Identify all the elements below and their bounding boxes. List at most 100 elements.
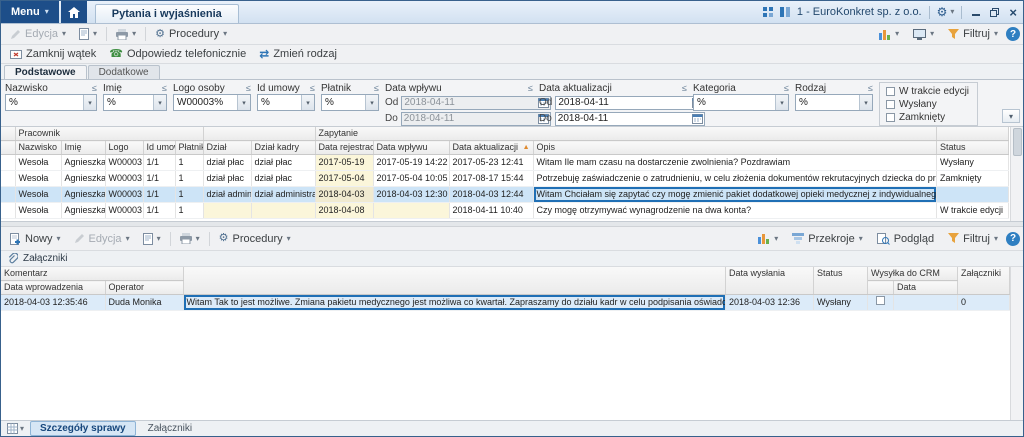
filter-operator-icon[interactable]: ≤ — [246, 83, 251, 93]
chart-button[interactable]: ▾ — [752, 231, 784, 246]
col-status[interactable]: Status — [936, 140, 1009, 155]
vertical-scrollbar[interactable] — [1010, 127, 1023, 221]
close-thread-button[interactable]: Zamknij wątek — [4, 46, 102, 62]
filter-operator-icon[interactable]: ≤ — [682, 83, 687, 93]
band-komentarz[interactable]: Komentarz — [1, 267, 184, 281]
col-data-rejestracji[interactable]: Data rejestracji — [315, 140, 374, 155]
case-row-selected[interactable]: Wesoła Agnieszka W00003 1/1 1 dział admi… — [1, 186, 1009, 203]
col-data-wyslania[interactable]: Data wysłania — [725, 267, 814, 295]
logo-osoby-filter-input[interactable] — [174, 95, 237, 110]
view-selector-button[interactable]: ▾ — [4, 423, 27, 434]
filter-operator-icon[interactable]: ≤ — [868, 83, 873, 93]
close-icon[interactable]: × — [1009, 6, 1017, 19]
col-status[interactable]: Status — [813, 267, 868, 295]
col-imie[interactable]: Imię — [61, 140, 106, 155]
settings-button[interactable]: ⚙ ▾ — [937, 6, 955, 18]
imie-filter-input[interactable] — [104, 95, 153, 110]
chevron-down-icon[interactable]: ▾ — [301, 95, 314, 110]
filter-button[interactable]: Filtruj ▾ — [942, 26, 1004, 42]
col-opis[interactable]: Opis — [533, 140, 937, 155]
col-data-wplywu[interactable]: Data wpływu — [373, 140, 450, 155]
chevron-down-icon[interactable]: ▾ — [153, 95, 166, 110]
crm-checkbox[interactable] — [876, 296, 885, 305]
platnik-filter-input[interactable] — [322, 95, 365, 110]
edit-comment-button[interactable]: Edycja ▾ — [68, 231, 136, 247]
checkbox[interactable] — [886, 99, 895, 109]
checkbox[interactable] — [886, 86, 895, 96]
chevron-down-icon[interactable]: ▾ — [775, 95, 788, 110]
data-aktualizacji-do-input[interactable] — [555, 113, 692, 124]
tab-szczegoly-sprawy[interactable]: Szczegóły sprawy — [30, 421, 136, 436]
separator — [145, 27, 147, 41]
rodzaj-filter-input[interactable] — [796, 95, 859, 110]
filter-operator-icon[interactable]: ≤ — [784, 83, 789, 93]
columns-icon[interactable] — [779, 7, 790, 17]
reply-phone-button[interactable]: ☎ Odpowiedz telefonicznie — [103, 46, 252, 62]
tab-dodatkowe[interactable]: Dodatkowe — [87, 65, 160, 79]
checkbox[interactable] — [886, 112, 895, 122]
tab-podstawowe[interactable]: Podstawowe — [4, 65, 87, 79]
maximize-icon[interactable] — [990, 7, 1000, 17]
procedures-button[interactable]: ⚙ Procedury ▾ — [213, 231, 297, 247]
scrollbar-thumb[interactable] — [1012, 128, 1022, 156]
home-button[interactable] — [60, 1, 87, 23]
help-button[interactable]: ? — [1006, 27, 1020, 41]
form-button[interactable]: ▾ — [137, 231, 167, 247]
case-row[interactable]: Wesoła Agnieszka W00003 1/1 1 dział płac… — [1, 170, 1009, 187]
col-logo[interactable]: Logo — [105, 140, 144, 155]
data-wplywu-od-input[interactable] — [402, 97, 539, 108]
kategoria-filter-input[interactable] — [694, 95, 775, 110]
col-dzial[interactable]: Dział — [203, 140, 252, 155]
filter-operator-icon[interactable]: ≤ — [310, 83, 315, 93]
col-id-umowy[interactable]: Id umowy — [143, 140, 176, 155]
help-button[interactable]: ? — [1006, 231, 1020, 246]
col-data-wprowadzenia[interactable]: Data wprowadzenia — [1, 280, 106, 295]
screen-view-button[interactable]: ▾ — [907, 27, 940, 42]
menu-button[interactable]: Menu ▾ — [1, 1, 59, 23]
collapse-filter-button[interactable]: ▾ — [1002, 109, 1020, 123]
apps-grid-icon[interactable] — [762, 7, 773, 17]
change-type-button[interactable]: ⇄ Zmień rodzaj — [253, 46, 343, 62]
data-aktualizacji-od-input[interactable] — [556, 97, 693, 108]
filter-operator-icon[interactable]: ≤ — [162, 83, 167, 93]
tab-zalaczniki-bottom[interactable]: Załączniki — [139, 422, 201, 435]
preview-button[interactable]: Podgląd — [871, 231, 940, 247]
print-button[interactable]: ▾ — [174, 231, 206, 246]
vertical-scrollbar[interactable] — [1010, 267, 1023, 420]
filter-operator-icon[interactable]: ≤ — [374, 83, 379, 93]
band-pracownik[interactable]: Pracownik — [15, 127, 204, 141]
attachments-expander[interactable]: Załączniki — [1, 251, 1023, 267]
chevron-down-icon[interactable]: ▾ — [365, 95, 378, 110]
new-button[interactable]: Nowy ▾ — [4, 231, 67, 247]
sections-button[interactable]: Przekroje ▾ — [786, 231, 868, 247]
case-row[interactable]: Wesoła Agnieszka W00003 1/1 1 dział płac… — [1, 154, 1009, 171]
chevron-down-icon: ▾ — [774, 233, 779, 243]
col-dzial-kadry[interactable]: Dział kadry — [251, 140, 316, 155]
col-nazwisko[interactable]: Nazwisko — [15, 140, 62, 155]
comment-row-selected[interactable]: 2018-04-03 12:35:46 Duda Monika Witam Ta… — [1, 294, 1010, 311]
col-crm-data[interactable]: Data — [893, 280, 958, 295]
chart-button[interactable]: ▾ — [873, 27, 905, 42]
procedures-button[interactable]: ⚙ Procedury ▾ — [149, 26, 233, 42]
tab-pytania-i-wyjasnienia[interactable]: Pytania i wyjaśnienia — [94, 4, 239, 23]
col-zalaczniki[interactable]: Załączniki — [957, 267, 1010, 295]
chevron-down-icon[interactable]: ▾ — [859, 95, 872, 110]
nazwisko-filter-input[interactable] — [6, 95, 83, 110]
id-umowy-filter-input[interactable] — [258, 95, 301, 110]
col-platnik[interactable]: Płatnik — [175, 140, 204, 155]
chevron-down-icon[interactable]: ▾ — [237, 95, 250, 110]
chevron-down-icon[interactable]: ▾ — [83, 95, 96, 110]
form-button[interactable]: ▾ — [73, 26, 103, 42]
case-row[interactable]: Wesoła Agnieszka W00003 1/1 1 2018-04-08… — [1, 202, 1009, 219]
minimize-icon[interactable] — [972, 8, 981, 17]
filter-operator-icon[interactable]: ≤ — [92, 83, 97, 93]
col-operator[interactable]: Operator — [105, 280, 184, 295]
filter-button[interactable]: Filtruj ▾ — [942, 231, 1004, 247]
col-data-aktualizacji[interactable]: ▲ Data aktualizacji — [449, 140, 534, 155]
band-zapytanie[interactable]: Zapytanie — [315, 127, 937, 141]
edit-button[interactable]: Edycja ▾ — [4, 26, 72, 42]
data-wplywu-do-input[interactable] — [401, 113, 538, 124]
band-wysylka-do-crm[interactable]: Wysyłka do CRM — [867, 267, 958, 281]
filter-operator-icon[interactable]: ≤ — [528, 83, 533, 93]
print-button[interactable]: ▾ — [110, 27, 142, 42]
